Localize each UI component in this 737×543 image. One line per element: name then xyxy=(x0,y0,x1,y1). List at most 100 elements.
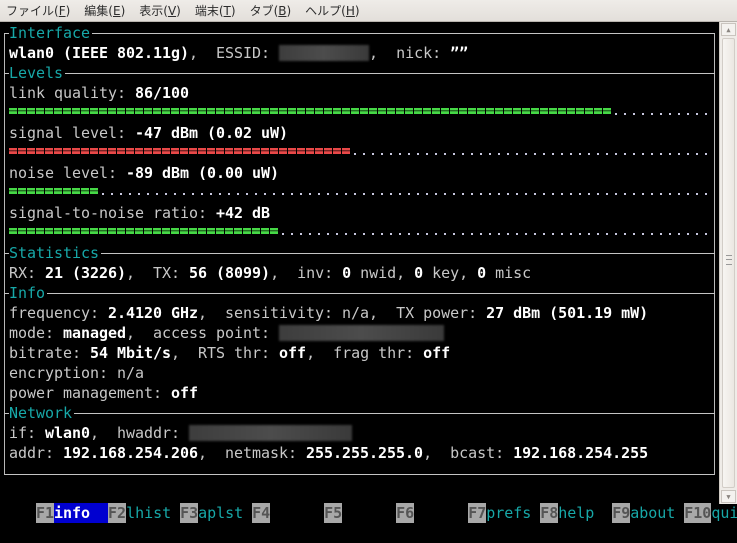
fkey-f7[interactable]: F7prefs xyxy=(468,503,541,523)
section-title-statistics: Statistics xyxy=(9,243,102,263)
snr-label: signal-to-noise ratio: xyxy=(9,204,217,222)
scroll-up-arrow-icon[interactable]: ▲ xyxy=(721,23,736,36)
fkey-f3[interactable]: F3aplst xyxy=(180,503,253,523)
noise-level-bar xyxy=(9,188,712,195)
bitrate-line: bitrate: 54 Mbit/s, RTS thr: off, frag t… xyxy=(9,343,450,363)
misc-value: 0 xyxy=(477,264,487,282)
function-key-bar: F1info F2lhist F3aplst F4 F5 F6 F7prefs … xyxy=(0,483,737,523)
misc-label: misc xyxy=(486,264,532,282)
section-title-interface: Interface xyxy=(9,23,93,43)
if-line: if: wlan0, hwaddr: xyxy=(9,423,353,443)
mode-value: managed xyxy=(63,324,127,342)
statistics-line: RX: 21 (3226), TX: 56 (8099), inv: 0 nwi… xyxy=(9,263,531,283)
signal-level-bar-fill xyxy=(9,148,351,154)
key-value: 0 xyxy=(414,264,424,282)
noise-level-bar-fill xyxy=(9,188,99,194)
fkey-f9-key: F9 xyxy=(612,503,631,523)
section-title-info: Info xyxy=(9,283,48,303)
menu-file-end: ) xyxy=(65,4,71,18)
fkey-f4[interactable]: F4 xyxy=(252,503,324,523)
noise-level-line: noise level: -89 dBm (0.00 uW) xyxy=(9,163,279,183)
link-quality-value: 86/100 xyxy=(135,84,190,102)
bitrate-label: bitrate: xyxy=(9,344,91,362)
signal-level-value: -47 dBm (0.02 uW) xyxy=(135,124,289,142)
fkey-f3-label: aplst xyxy=(198,504,253,522)
interface-name: wlan0 (IEEE 802.11g) xyxy=(9,44,190,62)
snr-bar-empty xyxy=(279,233,711,235)
rule-interface xyxy=(4,33,715,34)
rule-levels xyxy=(4,73,715,74)
link-quality-bar-fill xyxy=(9,108,612,114)
if-value: wlan0 xyxy=(45,424,91,442)
mode-label: mode: xyxy=(9,324,64,342)
fkey-f9[interactable]: F9about xyxy=(612,503,685,523)
noise-level-label: noise level: xyxy=(9,164,127,182)
menu-terminal-end: ) xyxy=(230,4,236,18)
snr-bar-fill xyxy=(9,228,279,234)
fkey-f2-key: F2 xyxy=(108,503,127,523)
fkey-f1[interactable]: F1info xyxy=(36,503,109,523)
nick-value: ”” xyxy=(450,44,469,62)
vertical-scrollbar[interactable]: ▲ ▼ xyxy=(719,22,737,504)
menu-help[interactable]: ヘルプ(H) xyxy=(298,2,366,19)
essid-label: ESSID: xyxy=(216,44,280,62)
mode-line: mode: managed, access point: xyxy=(9,323,445,343)
terminal-area[interactable]: Interface Levels Statistics Info Network… xyxy=(0,22,737,523)
menu-edit[interactable]: 編集(E) xyxy=(77,2,132,19)
rule-info xyxy=(4,293,715,294)
signal-level-bar-empty xyxy=(351,153,711,155)
menu-edit-mnemonic: E xyxy=(112,4,121,18)
menu-terminal-mnemonic: T xyxy=(223,4,231,18)
menu-view-end: ) xyxy=(176,4,181,18)
fkey-f2[interactable]: F2lhist xyxy=(108,503,181,523)
rule-network xyxy=(4,413,715,414)
fkey-f7-label: prefs xyxy=(486,504,541,522)
menu-terminal[interactable]: 端末(T) xyxy=(188,2,243,19)
fkey-f4-label xyxy=(270,503,324,523)
fkey-f1-key: F1 xyxy=(36,503,55,523)
menu-file[interactable]: ファイル(F) xyxy=(0,2,77,19)
addr-line: addr: 192.168.254.206, netmask: 255.255.… xyxy=(9,443,648,463)
inv-label: , inv: xyxy=(270,264,343,282)
netmask-label: , netmask: xyxy=(198,444,307,462)
menu-view[interactable]: 表示(V) xyxy=(132,2,188,19)
frequency-label: frequency: xyxy=(9,304,109,322)
menu-help-end: ) xyxy=(354,4,360,18)
fkey-f5[interactable]: F5 xyxy=(324,503,396,523)
frag-label: , frag thr: xyxy=(306,344,424,362)
fkey-f10[interactable]: F10quit xyxy=(684,503,737,523)
fkey-f6[interactable]: F6 xyxy=(396,503,468,523)
scrollbar-thumb[interactable] xyxy=(722,38,735,488)
grip-icon xyxy=(726,255,732,265)
menu-file-mnemonic: F xyxy=(58,4,66,18)
access-point-label: , access point: xyxy=(126,324,280,342)
menu-tabs-label: タブ( xyxy=(249,4,279,18)
menu-view-label: 表示( xyxy=(139,4,168,18)
power-management-line: power management: off xyxy=(9,383,198,403)
scroll-down-arrow-icon[interactable]: ▼ xyxy=(721,490,736,503)
fkey-f8[interactable]: F8help xyxy=(540,503,612,523)
rts-label: , RTS thr: xyxy=(171,344,280,362)
fkey-f6-label xyxy=(414,503,468,523)
interface-line: wlan0 (IEEE 802.11g), ESSID: , nick: ”” xyxy=(9,43,468,63)
addr-label: addr: xyxy=(9,444,64,462)
link-quality-bar-empty xyxy=(612,113,711,115)
fkey-f1-label: info xyxy=(54,503,109,523)
menu-bar: ファイル(F) 編集(E) 表示(V) 端末(T) タブ(B) ヘルプ(H) xyxy=(0,0,737,22)
rx-label: RX: xyxy=(9,264,46,282)
menu-help-mnemonic: H xyxy=(345,4,355,18)
fkey-f10-label: quit xyxy=(711,504,737,522)
frag-value: off xyxy=(423,344,451,362)
menu-tabs[interactable]: タブ(B) xyxy=(243,2,299,19)
rts-value: off xyxy=(279,344,307,362)
menu-tabs-end: ) xyxy=(286,4,292,18)
hwaddr-redacted xyxy=(189,425,353,441)
snr-value: +42 dB xyxy=(216,204,271,222)
hwaddr-label: , hwaddr: xyxy=(90,424,190,442)
tx-label: , TX: xyxy=(126,264,190,282)
frequency-line: frequency: 2.4120 GHz, sensitivity: n/a,… xyxy=(9,303,648,323)
fkey-f2-label: lhist xyxy=(126,504,181,522)
sensitivity-label: , sensitivity: n/a, xyxy=(198,304,397,322)
fkey-f6-key: F6 xyxy=(396,503,415,523)
fkey-f9-label: about xyxy=(630,504,685,522)
